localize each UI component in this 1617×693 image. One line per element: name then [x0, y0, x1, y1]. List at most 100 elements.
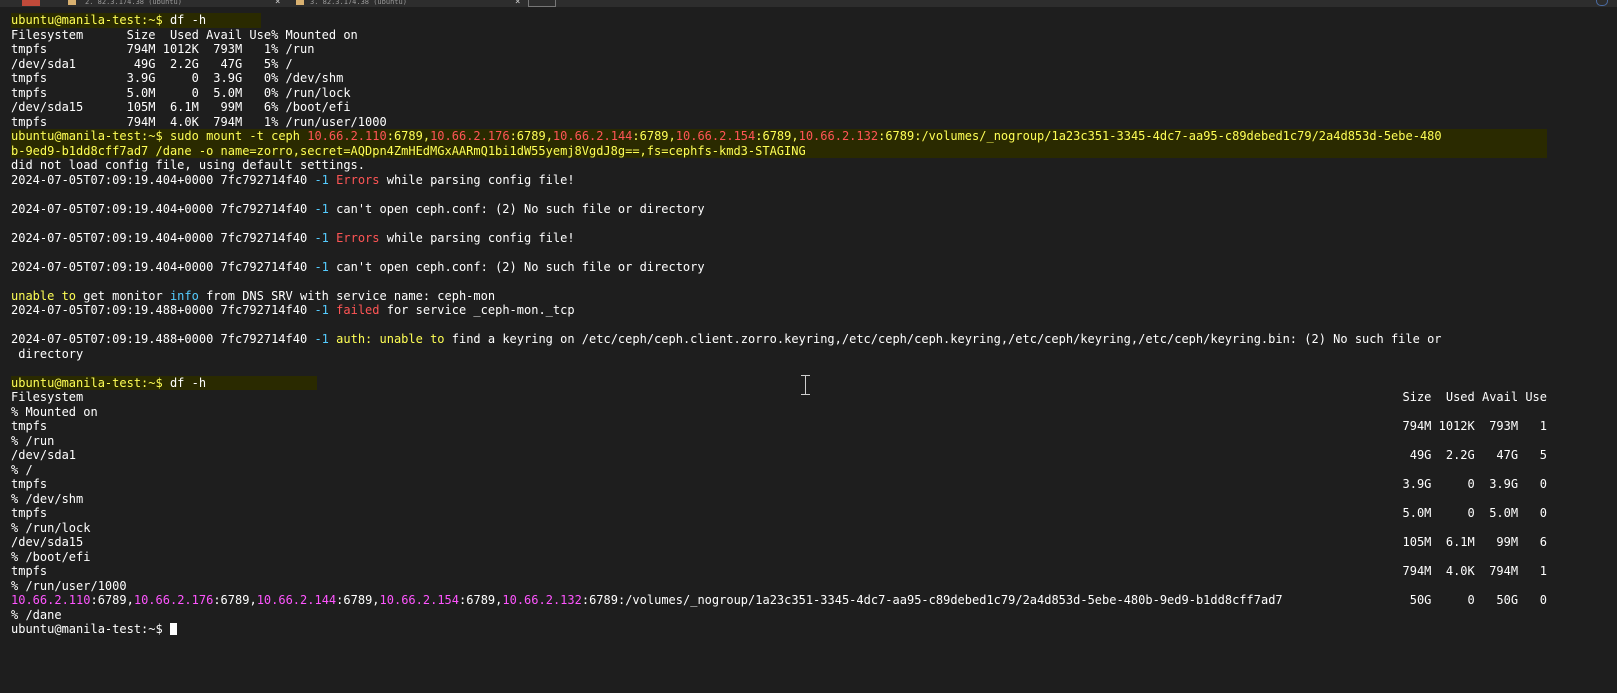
log-line: 2024-07-05T07:09:19.404+0000 7fc792714f4… [11, 173, 1547, 188]
port: :6789 [581, 593, 618, 607]
prompt: ubuntu@manila-test:~$ [11, 622, 163, 636]
log-message: can't open ceph.conf: (2) No such file o… [336, 201, 705, 216]
df-row: tmpfs 794M 4.0K 794M 1 [11, 564, 1547, 579]
log-message: while parsing config file! [379, 172, 575, 187]
df-header: Filesystem Size Used Avail Use% Mounted … [11, 27, 358, 42]
df-wrap: % /run [11, 433, 55, 448]
terminal-output[interactable]: ubuntu@manila-test:~$ df -h Filesystem S… [11, 13, 1547, 637]
mouse-ibeam-icon [800, 375, 811, 395]
log-timestamp: 2024-07-05T07:09:19.488+0000 7fc792714f4… [11, 332, 308, 346]
monitor-ip: 10.66.2.132 [502, 593, 582, 607]
df-row: tmpfs 794M 1012K 793M 1 [11, 419, 1547, 434]
df-filesystem: /dev/sda15 [11, 535, 84, 549]
separator: , [791, 129, 799, 143]
df-values: 5.0M 0 5.0M 0 [1402, 506, 1548, 520]
log-line: unable to get monitor info from DNS SRV … [11, 289, 1547, 304]
log-message: get monitor [76, 288, 170, 303]
prompt: ubuntu@manila-test:~$ [11, 129, 163, 143]
command: df -h [169, 13, 207, 27]
terminal-icon [296, 0, 304, 5]
log-message: can't open ceph.conf: (2) No such file o… [336, 259, 705, 274]
tab-session-3[interactable]: 3. 82.3.174.38 (ubuntu) [310, 0, 530, 7]
log-level: -1 [314, 172, 329, 187]
monitor-ip: 10.66.2.154 [379, 593, 460, 607]
log-timestamp: 2024-07-05T07:09:19.404+0000 7fc792714f4… [11, 172, 308, 187]
df-filesystem: tmpfs [11, 477, 48, 491]
log-level: -1 [314, 230, 329, 245]
prompt-line: ubuntu@manila-test:~$ df -h [11, 13, 1547, 28]
mount-command-continued: b-9ed9-b1dd8cff7ad7 /dane -o name=zorro,… [11, 143, 1547, 158]
df-filesystem: tmpfs [11, 506, 48, 520]
separator: , [668, 129, 676, 143]
df-header: Filesystem Size Used Avail Use [11, 390, 1547, 405]
log-level: -1 [314, 201, 329, 216]
log-timestamp: 2024-07-05T07:09:19.404+0000 7fc792714f4… [11, 259, 308, 274]
df-row: tmpfs 5.0M 0 5.0M 0% /run/lock [11, 85, 351, 100]
tab-bar: 2. 82.3.174.38 (ubuntu) × 3. 82.3.174.38… [0, 0, 1617, 7]
error-keyword: failed [336, 303, 380, 317]
separator: , [422, 129, 431, 143]
df-wrap: % /run/user/1000 [11, 578, 127, 593]
df-row: /dev/sda15 105M 6.1M 99M 6 [11, 535, 1547, 550]
home-tab-button[interactable] [22, 0, 40, 6]
separator: , [545, 129, 553, 143]
monitor-ip: 10.66.2.144 [552, 129, 633, 143]
separator: , [126, 593, 134, 607]
df-header-left: Filesystem [11, 390, 84, 404]
df-header-right: Size Used Avail Use [1402, 390, 1548, 404]
monitor-ip: 10.66.2.110 [307, 129, 387, 143]
df-row: tmpfs 794M 1012K 793M 1% /run [11, 42, 315, 56]
command: sudo mount -t ceph [169, 129, 300, 143]
log-line: 2024-07-05T07:09:19.488+0000 7fc792714f4… [11, 303, 1547, 318]
df-values: 105M 6.1M 99M 6 [1402, 535, 1548, 549]
settings-icon[interactable] [1596, 0, 1608, 6]
log-message: for service _ceph-mon._tcp [379, 303, 575, 317]
log-line-wrapped: directory [11, 346, 84, 361]
df-row: tmpfs 794M 4.0K 794M 1% /run/user/1000 [11, 114, 387, 129]
port: :6789 [90, 593, 127, 607]
log-line: 2024-07-05T07:09:19.404+0000 7fc792714f4… [11, 260, 1547, 275]
df-wrap: % /run/lock [11, 520, 91, 535]
terminal-icon [68, 0, 76, 5]
log-level: -1 [314, 332, 329, 346]
monitor-ip: 10.66.2.132 [798, 129, 879, 143]
df-filesystem: tmpfs [11, 419, 48, 433]
monitor-ip: 10.66.2.176 [430, 129, 510, 143]
port: :6789 [755, 129, 792, 143]
close-tab-icon[interactable]: × [515, 0, 520, 7]
df-row: /dev/sda1 49G 2.2G 47G 5% / [11, 56, 293, 71]
auth-keyword: auth: [336, 332, 373, 346]
prompt-line: ubuntu@manila-test:~$ df -h [11, 375, 1547, 390]
text-cursor [169, 623, 177, 635]
df-filesystem: tmpfs [11, 564, 48, 578]
info-keyword: info [169, 288, 199, 303]
new-tab-button[interactable] [528, 0, 556, 7]
df-row: tmpfs 3.9G 0 3.9G 0% /dev/shm [11, 71, 344, 85]
df-values: 794M 4.0K 794M 1 [1402, 564, 1548, 578]
monitor-ip: 10.66.2.110 [11, 593, 91, 607]
log-level: -1 [314, 303, 329, 317]
df-wrap: % /dev/shm [11, 491, 84, 506]
prompt: ubuntu@manila-test:~$ [11, 375, 163, 390]
close-tab-icon[interactable]: × [275, 0, 280, 7]
port: :6789 [336, 593, 373, 607]
df-values: 49G 2.2G 47G 5 [1402, 448, 1547, 462]
mount-command-line: ubuntu@manila-test:~$ sudo mount -t ceph… [11, 129, 1547, 144]
prompt-line[interactable]: ubuntu@manila-test:~$ [11, 622, 1547, 637]
log-timestamp: 2024-07-05T07:09:19.488+0000 7fc792714f4… [11, 303, 308, 317]
df-wrap: % /boot/efi [11, 549, 91, 564]
tab-session-2[interactable]: 2. 82.3.174.38 (ubuntu) [85, 0, 295, 7]
log-line: 2024-07-05T07:09:19.488+0000 7fc792714f4… [11, 332, 1547, 347]
port: :6789 [213, 593, 250, 607]
log-line: did not load config file, using default … [11, 158, 366, 172]
log-line: 2024-07-05T07:09:19.404+0000 7fc792714f4… [11, 202, 1547, 217]
log-message: while parsing config file! [379, 230, 575, 245]
monitor-ip: 10.66.2.144 [256, 593, 337, 607]
df-filesystem: /dev/sda1 [11, 448, 77, 462]
df-values: 3.9G 0 3.9G 0 [1402, 477, 1548, 491]
